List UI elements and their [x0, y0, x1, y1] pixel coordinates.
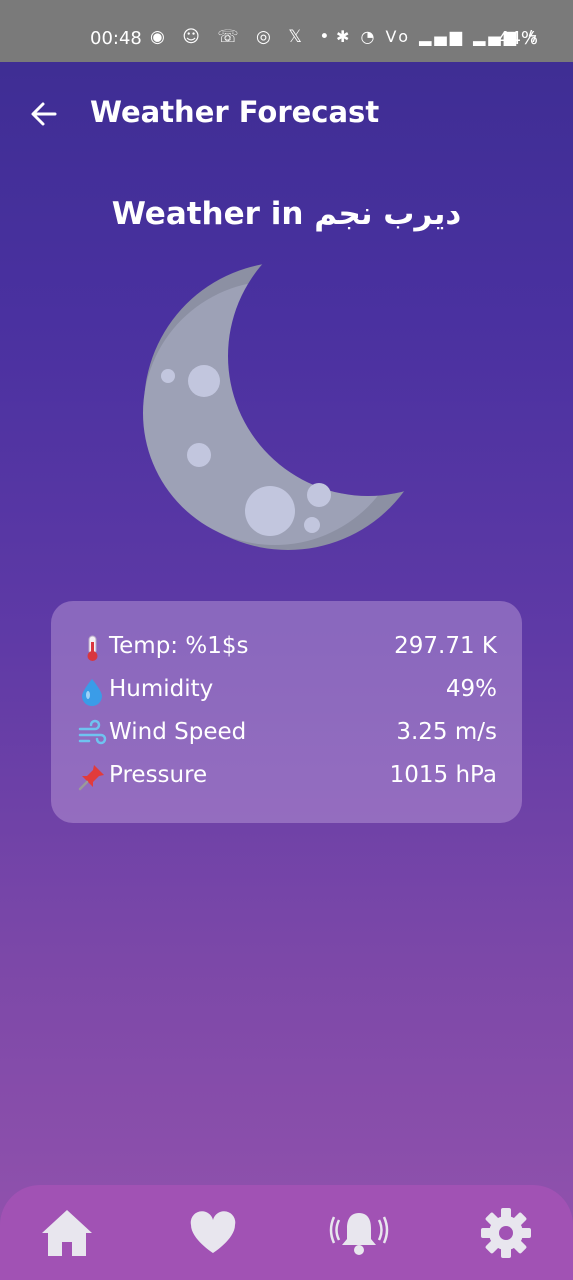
- detail-label: Humidity: [109, 676, 214, 702]
- droplet-icon: [82, 679, 102, 706]
- nav-favorites-button[interactable]: [183, 1203, 243, 1263]
- thermometer-icon: [87, 635, 98, 661]
- pushpin-icon: [78, 765, 104, 791]
- arrow-left-icon: [31, 102, 57, 126]
- detail-row-pressure: Pressure 1015 hPa: [77, 756, 497, 796]
- notification-icons: ◉ ☺ ☏ ◎ 𝕏 •: [150, 27, 336, 47]
- weather-details-card: Temp: %1$s 297.71 K Humidity 49% Wind Sp…: [51, 601, 522, 823]
- home-icon: [42, 1210, 92, 1256]
- status-time: 00:48: [90, 28, 142, 49]
- detail-value: 3.25 m/s: [396, 719, 497, 745]
- nav-home-button[interactable]: [37, 1203, 97, 1263]
- wind-icon: [78, 719, 107, 745]
- detail-value: 1015 hPa: [389, 762, 497, 788]
- heart-icon: [190, 1211, 236, 1253]
- gear-icon: [481, 1208, 531, 1258]
- app-bar: Weather Forecast: [0, 62, 573, 166]
- crescent-moon-icon: [143, 262, 432, 550]
- detail-row-humidity: Humidity 49%: [77, 670, 497, 710]
- detail-label: Temp: %1$s: [109, 633, 249, 659]
- detail-label: Pressure: [109, 762, 208, 788]
- bell-icon: [329, 1213, 389, 1255]
- nav-settings-button[interactable]: [476, 1203, 536, 1263]
- status-bar: 00:48 ◉ ☺ ☏ ◎ 𝕏 • ✱ ◔ Vo ▂▄▆ ▂▄▆ ϟ 44%: [0, 0, 573, 62]
- page-title: Weather Forecast: [90, 95, 380, 129]
- back-button[interactable]: [22, 92, 66, 136]
- battery-percentage: 44%: [498, 28, 539, 49]
- detail-value: 297.71 K: [394, 633, 497, 659]
- detail-value: 49%: [445, 676, 497, 702]
- nav-alerts-button[interactable]: [329, 1203, 389, 1263]
- detail-row-temperature: Temp: %1$s 297.71 K: [77, 627, 497, 667]
- weather-location-heading: Weather in ديرب نجم: [111, 196, 462, 232]
- bottom-navigation-bar: [0, 1185, 573, 1280]
- detail-row-wind-speed: Wind Speed 3.25 m/s: [77, 713, 497, 753]
- detail-label: Wind Speed: [109, 719, 247, 745]
